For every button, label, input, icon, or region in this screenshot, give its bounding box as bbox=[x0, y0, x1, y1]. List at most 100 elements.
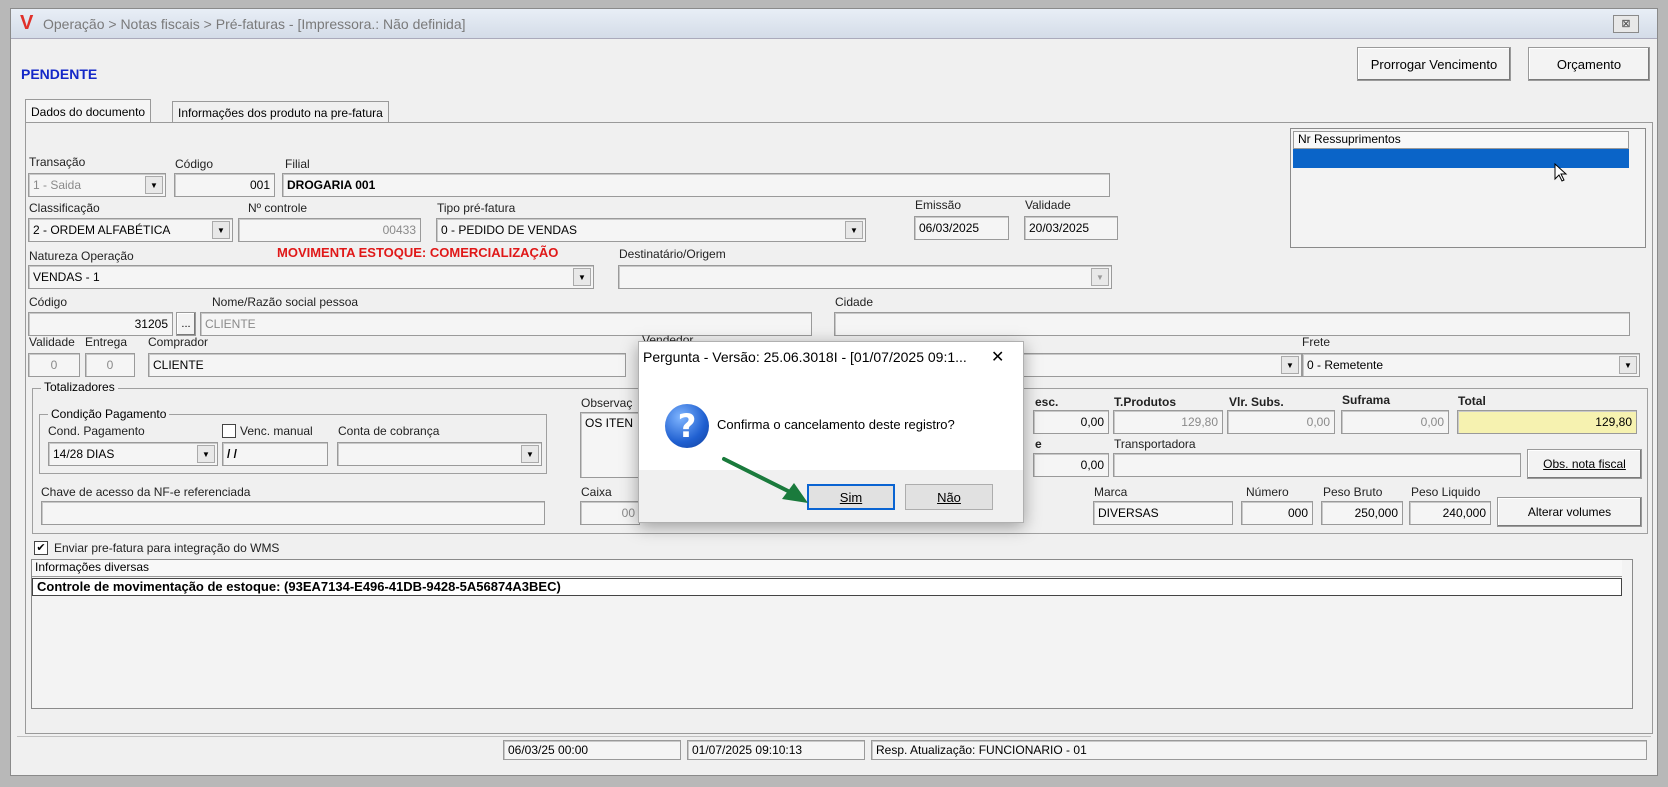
nr-controle-input[interactable]: 00433 bbox=[238, 218, 421, 242]
classificacao-value: 2 - ORDEM ALFABÉTICA bbox=[33, 223, 171, 237]
vlr-subs-label: Vlr. Subs. bbox=[1229, 395, 1284, 409]
ressuprimentos-selected-row[interactable] bbox=[1293, 149, 1629, 168]
status-date-created: 06/03/25 00:00 bbox=[503, 740, 681, 760]
cond-pagamento-label: Cond. Pagamento bbox=[48, 424, 145, 438]
caixa-input[interactable]: 00 bbox=[580, 501, 640, 525]
window-title: Operação > Notas fiscais > Pré-faturas -… bbox=[43, 16, 466, 32]
cidade-label: Cidade bbox=[835, 295, 874, 309]
chave-acesso-input[interactable] bbox=[41, 501, 545, 525]
obs-nota-fiscal-button[interactable]: Obs. nota fiscal bbox=[1527, 449, 1642, 479]
venc-manual-label: Venc. manual bbox=[240, 424, 313, 438]
chevron-down-icon: ▼ bbox=[1281, 356, 1299, 374]
tab-dados-documento[interactable]: Dados do documento bbox=[25, 99, 152, 123]
numero-input[interactable]: 000 bbox=[1241, 501, 1313, 525]
conta-cobranca-select[interactable]: ▼ bbox=[337, 442, 542, 466]
chave-acesso-label: Chave de acesso da NF-e referenciada bbox=[41, 485, 251, 499]
cond-pagamento-select[interactable]: 14/28 DIAS ▼ bbox=[48, 442, 218, 466]
classificacao-select[interactable]: 2 - ORDEM ALFABÉTICA ▼ bbox=[28, 218, 233, 242]
status-date-updated: 01/07/2025 09:10:13 bbox=[687, 740, 865, 760]
codigo-pessoa-input[interactable]: 31205 bbox=[28, 312, 173, 336]
nome-label: Nome/Razão social pessoa bbox=[212, 295, 359, 309]
transportadora-input[interactable] bbox=[1113, 453, 1521, 477]
chevron-down-icon: ▼ bbox=[197, 445, 215, 463]
sim-button[interactable]: Sim bbox=[807, 484, 895, 510]
emissao-input[interactable]: 06/03/2025 bbox=[914, 216, 1009, 240]
informacoes-diversas-panel[interactable]: Informações diversas Controle de movimen… bbox=[31, 559, 1633, 709]
observacao-textarea[interactable]: OS ITEN bbox=[580, 412, 640, 478]
marca-input[interactable]: DIVERSAS bbox=[1093, 501, 1233, 525]
chevron-down-icon: ▼ bbox=[1619, 356, 1637, 374]
cidade-input[interactable] bbox=[834, 312, 1630, 336]
destinatario-select[interactable]: ▼ bbox=[618, 265, 1112, 289]
peso-bruto-input[interactable]: 250,000 bbox=[1321, 501, 1403, 525]
validade-input[interactable]: 20/03/2025 bbox=[1024, 216, 1118, 240]
validade2-label: Validade bbox=[29, 335, 75, 349]
nr-controle-label: Nº controle bbox=[248, 201, 308, 215]
chevron-down-icon: ▼ bbox=[521, 445, 539, 463]
t-produtos-input[interactable]: 129,80 bbox=[1113, 410, 1223, 434]
orcamento-button[interactable]: Orçamento bbox=[1528, 47, 1650, 81]
confirm-dialog: Pergunta - Versão: 25.06.3018I - [01/07/… bbox=[638, 341, 1024, 523]
emissao-label: Emissão bbox=[915, 198, 962, 212]
status-bar: 06/03/25 00:00 01/07/2025 09:10:13 Resp.… bbox=[17, 736, 1651, 762]
chevron-down-icon: ▼ bbox=[145, 176, 163, 194]
vlr-subs-input[interactable]: 0,00 bbox=[1227, 410, 1335, 434]
frete-label: Frete bbox=[1302, 335, 1331, 349]
transacao-label: Transação bbox=[29, 155, 86, 169]
filial-input[interactable]: DROGARIA 001 bbox=[282, 173, 1110, 197]
total-input[interactable]: 129,80 bbox=[1457, 410, 1637, 434]
question-icon: ? bbox=[665, 404, 709, 448]
mouse-cursor-icon bbox=[1554, 163, 1568, 182]
entrega-input[interactable]: 0 bbox=[85, 353, 135, 377]
ressuprimentos-list[interactable]: Nr Ressuprimentos bbox=[1290, 128, 1646, 248]
nome-input[interactable]: CLIENTE bbox=[200, 312, 812, 336]
marca-label: Marca bbox=[1094, 485, 1128, 499]
numero-label: Número bbox=[1246, 485, 1289, 499]
title-bar: V Operação > Notas fiscais > Pré-faturas… bbox=[11, 9, 1657, 39]
tipo-prefatura-value: 0 - PEDIDO DE VENDAS bbox=[441, 223, 578, 237]
transacao-select[interactable]: 1 - Saida ▼ bbox=[28, 173, 166, 197]
chevron-down-icon: ▼ bbox=[1091, 268, 1109, 286]
app-logo-icon: V bbox=[20, 12, 34, 34]
movimenta-estoque-warning: MOVIMENTA ESTOQUE: COMERCIALIZAÇÃO bbox=[277, 245, 559, 260]
document-status: PENDENTE bbox=[21, 66, 98, 82]
status-resp-atualizacao: Resp. Atualização: FUNCIONARIO - 01 bbox=[871, 740, 1647, 760]
informacoes-diversas-header: Informações diversas bbox=[32, 560, 1622, 577]
prorrogar-vencimento-button[interactable]: Prorrogar Vencimento bbox=[1357, 47, 1511, 81]
window-close-button[interactable]: ⊠ bbox=[1613, 15, 1639, 33]
controle-movimentacao-row[interactable]: Controle de movimentação de estoque: (93… bbox=[32, 578, 1622, 596]
search-pessoa-button[interactable]: ... bbox=[176, 312, 196, 336]
frete-select[interactable]: 0 - Remetente ▼ bbox=[1302, 353, 1640, 377]
dialog-close-icon[interactable]: ✕ bbox=[991, 347, 1004, 367]
t-produtos-label: T.Produtos bbox=[1114, 395, 1176, 409]
suframa-input[interactable]: 0,00 bbox=[1341, 410, 1449, 434]
peso-liquido-input[interactable]: 240,000 bbox=[1409, 501, 1491, 525]
entrega-label: Entrega bbox=[85, 335, 128, 349]
peso-bruto-label: Peso Bruto bbox=[1323, 485, 1383, 499]
codigo-label: Código bbox=[175, 157, 214, 171]
nao-button[interactable]: Não bbox=[905, 484, 993, 510]
chevron-down-icon: ▼ bbox=[573, 268, 591, 286]
condicao-pagamento-label: Condição Pagamento bbox=[48, 407, 170, 421]
codigo-input[interactable]: 001 bbox=[174, 173, 275, 197]
comprador-input[interactable]: CLIENTE bbox=[148, 353, 626, 377]
e-input[interactable]: 0,00 bbox=[1033, 453, 1109, 477]
tipo-prefatura-select[interactable]: 0 - PEDIDO DE VENDAS ▼ bbox=[436, 218, 866, 242]
desconto-input[interactable]: 0,00 bbox=[1033, 410, 1109, 434]
dialog-message: Confirma o cancelamento deste registro? bbox=[717, 417, 955, 432]
ressuprimentos-header: Nr Ressuprimentos bbox=[1293, 131, 1629, 149]
annotation-arrow-icon bbox=[722, 457, 808, 503]
alterar-volumes-button[interactable]: Alterar volumes bbox=[1497, 497, 1642, 527]
dialog-title-bar: Pergunta - Versão: 25.06.3018I - [01/07/… bbox=[639, 342, 1023, 374]
transportadora-label: Transportadora bbox=[1114, 437, 1196, 451]
desconto-label: esc. bbox=[1035, 395, 1059, 409]
wms-checkbox[interactable]: ✔ bbox=[34, 541, 48, 555]
venc-manual-checkbox[interactable] bbox=[222, 424, 236, 438]
natureza-select[interactable]: VENDAS - 1 ▼ bbox=[28, 265, 594, 289]
tab-informacoes-produto[interactable]: Informações dos produto na pre-fatura bbox=[172, 101, 389, 123]
tipo-prefatura-label: Tipo pré-fatura bbox=[437, 201, 516, 215]
condicao-pagamento-group: Condição Pagamento Cond. Pagamento 14/28… bbox=[39, 407, 547, 474]
venc-manual-input[interactable]: / / bbox=[222, 442, 328, 466]
validade2-input[interactable]: 0 bbox=[28, 353, 80, 377]
chevron-down-icon: ▼ bbox=[845, 221, 863, 239]
